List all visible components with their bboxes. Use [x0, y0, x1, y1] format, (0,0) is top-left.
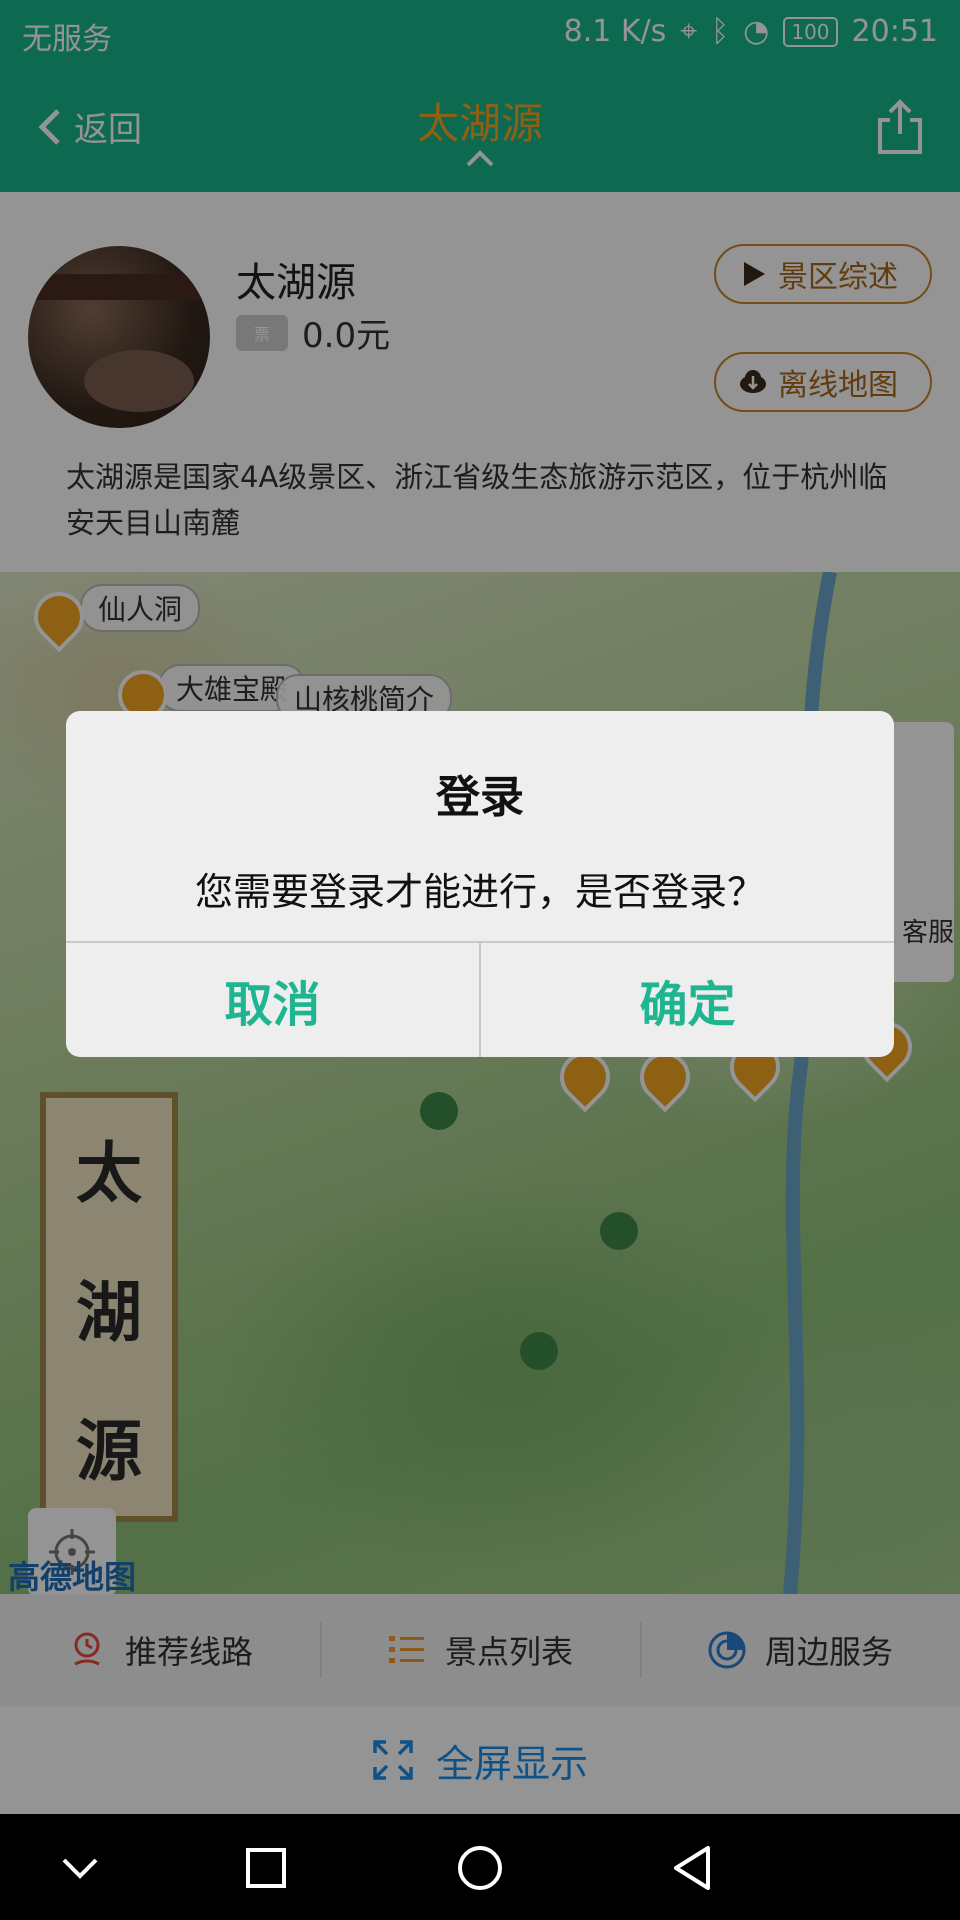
confirm-button[interactable]: 确定	[481, 943, 894, 1057]
dialog-title: 登录	[436, 772, 524, 823]
login-dialog: 登录 您需要登录才能进行，是否登录？ 取消 确定	[66, 711, 894, 1057]
cancel-button[interactable]: 取消	[66, 943, 479, 1057]
home-circle-icon[interactable]	[450, 1838, 510, 1898]
back-triangle-icon[interactable]	[664, 1838, 724, 1898]
recents-square-icon[interactable]	[236, 1838, 296, 1898]
chevron-down-icon[interactable]	[50, 1838, 110, 1898]
app-screen: 无服务 8.1 K/s ⌖ ᛒ ◔ 100 20:51 返回 太湖源 太湖源 票…	[0, 0, 960, 1920]
dialog-message: 您需要登录才能进行，是否登录？	[194, 870, 765, 914]
system-nav-bar	[0, 1814, 960, 1920]
